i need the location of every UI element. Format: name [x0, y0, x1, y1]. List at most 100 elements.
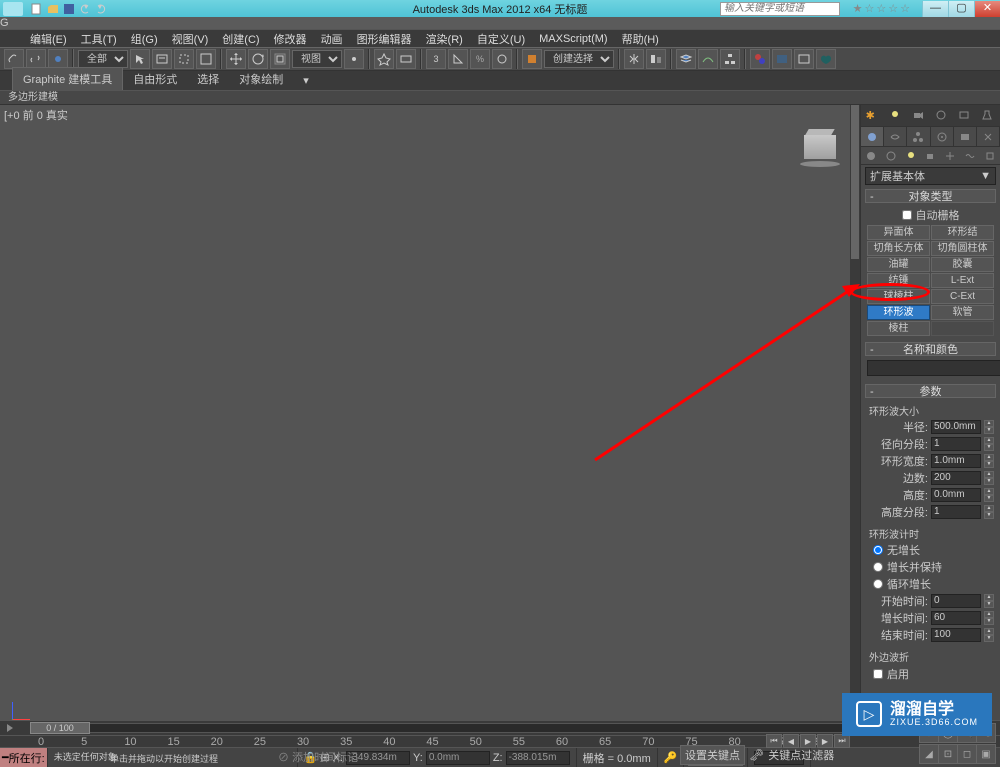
- coord-y-input[interactable]: [426, 751, 490, 765]
- schematic-icon[interactable]: [720, 49, 740, 69]
- spin-down-icon[interactable]: ▼: [984, 427, 994, 434]
- select-icon[interactable]: [130, 49, 150, 69]
- spin-up-icon[interactable]: ▲: [984, 471, 994, 478]
- time-slider-thumb[interactable]: 0 / 100: [30, 722, 90, 734]
- qat-undo-icon[interactable]: [78, 2, 92, 16]
- goto-end-icon[interactable]: ⏭: [834, 734, 850, 748]
- qat-open-icon[interactable]: [46, 2, 60, 16]
- param-spinner[interactable]: 0.0mm: [931, 488, 981, 502]
- viewport-scrollbar-v[interactable]: [850, 105, 860, 722]
- menu-customize[interactable]: 自定义(U): [477, 31, 525, 47]
- obj-btn-lext[interactable]: L-Ext: [931, 273, 994, 288]
- spin-up-icon[interactable]: ▲: [984, 437, 994, 444]
- spin-down-icon[interactable]: ▼: [984, 635, 994, 642]
- tab-motion-icon[interactable]: [931, 127, 954, 146]
- select-window-icon[interactable]: [196, 49, 216, 69]
- material-editor-icon[interactable]: [750, 49, 770, 69]
- spin-down-icon[interactable]: ▼: [984, 512, 994, 519]
- camera-icon[interactable]: [912, 109, 926, 123]
- tab-hierarchy-icon[interactable]: [907, 127, 930, 146]
- rotate-icon[interactable]: [248, 49, 268, 69]
- radio-grow-stay[interactable]: [873, 562, 883, 572]
- spinner-snap-icon[interactable]: [492, 49, 512, 69]
- unlink-icon[interactable]: [26, 49, 46, 69]
- prev-frame-icon[interactable]: ◀: [783, 734, 799, 748]
- geometry-icon[interactable]: [861, 147, 881, 164]
- menu-modifier[interactable]: 修改器: [274, 31, 307, 47]
- spin-up-icon[interactable]: ▲: [984, 420, 994, 427]
- obj-btn-ringwave[interactable]: 环形波: [867, 305, 930, 320]
- ribbon-tab-more[interactable]: ▾: [293, 71, 319, 90]
- obj-btn-spindle[interactable]: 纺锤: [867, 273, 930, 288]
- obj-btn-hose[interactable]: 软管: [931, 305, 994, 320]
- utilities-icon[interactable]: [981, 109, 995, 123]
- param-spinner[interactable]: 200: [931, 471, 981, 485]
- minimize-button[interactable]: —: [922, 1, 948, 17]
- spin-down-icon[interactable]: ▼: [984, 495, 994, 502]
- min-max-icon[interactable]: ▣: [976, 744, 996, 764]
- maximize-viewport-icon[interactable]: ◻: [957, 744, 977, 764]
- add-time-tag[interactable]: ⊘ 添加时间标记: [278, 749, 358, 765]
- param-spinner[interactable]: 100: [931, 628, 981, 642]
- menu-animation[interactable]: 动画: [321, 31, 343, 47]
- time-ruler[interactable]: 051015202530354045505560657075808590: [0, 735, 1000, 747]
- close-button[interactable]: ✕: [974, 1, 1000, 17]
- menu-tools[interactable]: 工具(T): [81, 31, 117, 47]
- next-frame-icon[interactable]: ▶: [817, 734, 833, 748]
- set-key-button[interactable]: 设置关键点: [680, 745, 745, 765]
- spin-up-icon[interactable]: ▲: [984, 454, 994, 461]
- tab-utilities-icon[interactable]: [977, 127, 1000, 146]
- angle-snap-icon[interactable]: [448, 49, 468, 69]
- spacewarps-icon[interactable]: [960, 147, 980, 164]
- obj-btn-oiltank[interactable]: 油罐: [867, 257, 930, 272]
- radio-cyclic[interactable]: [873, 579, 883, 589]
- keyframe-filter-dropdown[interactable]: 关键点过滤器: [768, 747, 834, 763]
- ribbon-tab-graphite[interactable]: Graphite 建模工具: [12, 67, 123, 90]
- menu-view[interactable]: 视图(V): [172, 31, 209, 47]
- qat-redo-icon[interactable]: [94, 2, 108, 16]
- timeline-expand-icon[interactable]: [4, 721, 22, 735]
- menu-edit[interactable]: 编辑(E): [30, 31, 67, 47]
- fov-icon[interactable]: ◢: [919, 744, 939, 764]
- menu-help[interactable]: 帮助(H): [622, 31, 659, 47]
- render-setup-icon[interactable]: [772, 49, 792, 69]
- rollout-header[interactable]: -名称和颜色: [865, 342, 996, 356]
- systems-icon[interactable]: [980, 147, 1000, 164]
- spin-up-icon[interactable]: ▲: [984, 611, 994, 618]
- param-spinner[interactable]: 0: [931, 594, 981, 608]
- obj-btn-chamfercyl[interactable]: 切角圆柱体: [931, 241, 994, 256]
- tab-display-icon[interactable]: [954, 127, 977, 146]
- qat-save-icon[interactable]: [62, 2, 76, 16]
- edit-selection-icon[interactable]: [522, 49, 542, 69]
- obj-btn-torus-knot[interactable]: 环形结: [931, 225, 994, 240]
- play-icon[interactable]: ▶: [800, 734, 816, 748]
- star-icon[interactable]: ★: [853, 2, 863, 15]
- ribbon-tab-freeform[interactable]: 自由形式: [123, 68, 187, 90]
- select-name-icon[interactable]: [152, 49, 172, 69]
- selection-filter-dropdown[interactable]: 全部: [78, 50, 128, 68]
- ref-coord-dropdown[interactable]: 视图: [292, 50, 342, 68]
- percent-snap-icon[interactable]: %: [470, 49, 490, 69]
- star-icon[interactable]: ☆: [888, 2, 898, 15]
- qat-new-icon[interactable]: [30, 2, 44, 16]
- object-name-input[interactable]: [867, 360, 1000, 376]
- scale-icon[interactable]: [270, 49, 290, 69]
- param-spinner[interactable]: 500.0mm: [931, 420, 981, 434]
- lights-icon[interactable]: [901, 147, 921, 164]
- menu-group[interactable]: 组(G): [131, 31, 158, 47]
- prefs-icon[interactable]: [935, 109, 949, 123]
- key-big-icon[interactable]: 🗝: [749, 748, 764, 762]
- menu-graph-editor[interactable]: 图形编辑器: [357, 31, 412, 47]
- align-icon[interactable]: [646, 49, 666, 69]
- goto-start-icon[interactable]: ⏮: [766, 734, 782, 748]
- radio-no-growth[interactable]: [873, 545, 883, 555]
- cameras-icon[interactable]: [921, 147, 941, 164]
- obj-btn-cext[interactable]: C-Ext: [931, 289, 994, 304]
- menu-render[interactable]: 渲染(R): [426, 31, 463, 47]
- keyboard-icon[interactable]: [396, 49, 416, 69]
- param-spinner[interactable]: 1: [931, 505, 981, 519]
- star-icon[interactable]: ☆: [865, 2, 875, 15]
- select-rect-icon[interactable]: [174, 49, 194, 69]
- tab-modify-icon[interactable]: [884, 127, 907, 146]
- spin-up-icon[interactable]: ▲: [984, 628, 994, 635]
